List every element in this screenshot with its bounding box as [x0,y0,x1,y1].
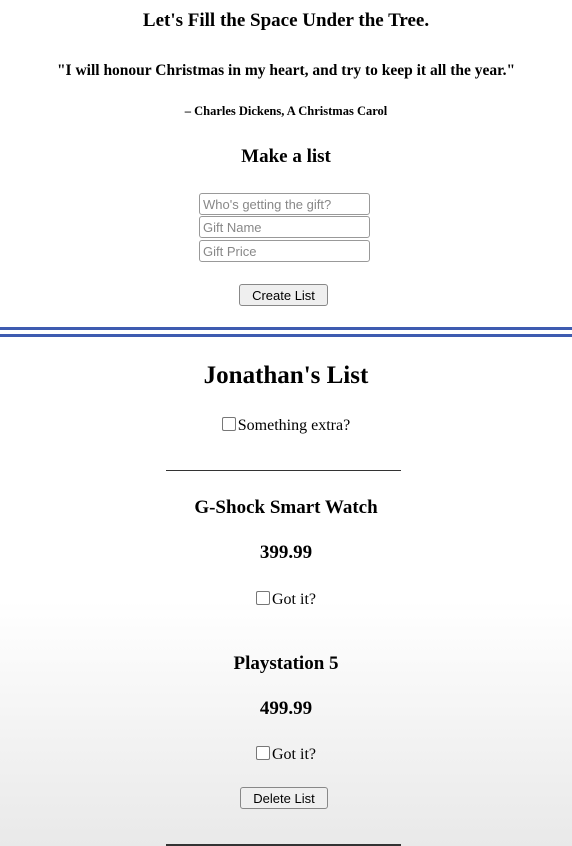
got-it-option[interactable]: Got it? [0,746,572,764]
something-extra-label: Something extra? [237,417,351,434]
delete-list-button[interactable]: Delete List [240,787,328,809]
got-it-option[interactable]: Got it? [0,591,572,609]
divider [0,327,572,330]
quote-attribution: – Charles Dickens, A Christmas Carol [184,104,388,118]
got-it-checkbox[interactable] [256,746,270,760]
item-price: 399.99 [259,542,313,563]
quote: "I will honour Christmas in my heart, an… [56,62,516,79]
something-extra-checkbox[interactable] [221,417,236,431]
gift-price-input[interactable] [199,240,370,262]
got-it-label: Got it? [272,591,316,608]
got-it-label: Got it? [272,746,316,763]
got-it-checkbox[interactable] [256,591,270,605]
create-list-button[interactable]: Create List [239,284,328,306]
recipient-input[interactable] [199,193,370,215]
something-extra-option[interactable]: Something extra? [0,417,572,435]
page-title: Let's Fill the Space Under the Tree. [142,10,430,31]
gift-name-input[interactable] [199,216,370,238]
item-price: 499.99 [259,698,313,719]
list-title: Jonathan's List [203,362,369,389]
divider [0,334,572,337]
form-heading: Make a list [241,146,331,167]
separator [166,470,401,471]
item-name: Playstation 5 [233,653,339,674]
item-name: G-Shock Smart Watch [194,497,378,518]
